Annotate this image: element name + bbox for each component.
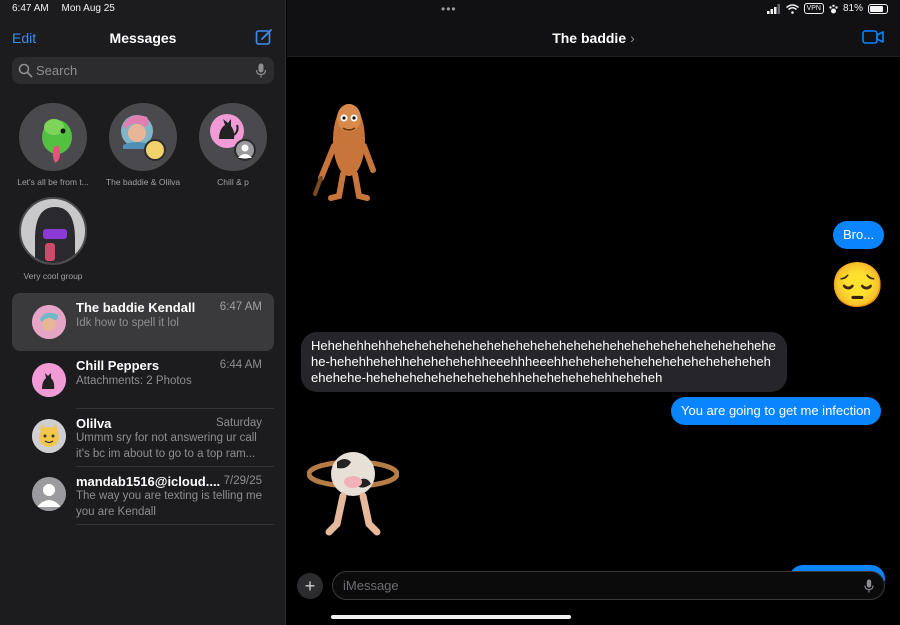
emoji-message[interactable]: 😔: [830, 260, 885, 312]
contact-name: The baddie Kendall: [76, 300, 196, 315]
avatar: [32, 419, 66, 453]
pinned-label: The baddie & Olilva: [105, 177, 181, 187]
contact-name: mandab1516@icloud....: [76, 474, 221, 489]
contact-name: Chill Peppers: [76, 358, 160, 373]
conversation-row-chill-peppers[interactable]: Chill Peppers 6:44 AM Attachments: 2 Pho…: [12, 351, 274, 409]
compose-icon[interactable]: [255, 28, 273, 46]
sidebar-title: Messages: [109, 30, 177, 46]
pinned-label: Let's all be from t...: [17, 177, 89, 187]
group-avatar: [199, 103, 267, 171]
paw-icon: [829, 4, 838, 13]
pinned-label: Chill & p: [217, 177, 249, 187]
conversation-row-baddie-kendall[interactable]: The baddie Kendall 6:47 AM Idk how to sp…: [12, 293, 274, 351]
pinned-conversation-2[interactable]: The baddie & Olilva: [98, 103, 188, 187]
pinned-conversation-3[interactable]: Chill & p: [188, 103, 278, 187]
message-preview: Ummm sry for not answering ur call it's …: [76, 432, 257, 460]
conversation-row-mandab[interactable]: mandab1516@icloud.... 7/29/25 The way yo…: [12, 467, 274, 525]
add-attachment-button[interactable]: +: [297, 573, 323, 599]
status-bar-right: VPN 81%: [766, 3, 888, 14]
sidebar-nav-bar: Edit Messages: [0, 28, 286, 50]
microphone-icon[interactable]: [255, 63, 267, 78]
row-divider: [76, 524, 274, 525]
wifi-icon: [785, 3, 799, 14]
message-preview: Idk how to spell it lol: [76, 317, 179, 329]
chat-title: The baddie: [552, 30, 627, 46]
group-avatar: [19, 103, 87, 171]
cat-avatar-icon: [32, 363, 66, 397]
facetime-video-icon[interactable]: [862, 30, 884, 44]
message-time: 6:44 AM: [219, 359, 262, 371]
cellular-signal-icon: [766, 3, 780, 14]
home-indicator[interactable]: [331, 615, 571, 619]
search-bar: [12, 57, 274, 84]
parrot-avatar-icon: [42, 119, 72, 163]
contact-placeholder-avatar: [234, 139, 256, 161]
message-time: 7/29/25: [223, 475, 262, 487]
group-avatar: [109, 103, 177, 171]
avatar: [32, 363, 66, 397]
contact-name: Olilva: [76, 416, 112, 431]
message-bubble-outgoing[interactable]: Bro...: [833, 221, 885, 249]
person-icon: [32, 477, 66, 511]
message-input[interactable]: [343, 572, 853, 599]
cat-emoji-avatar: [144, 139, 166, 161]
message-preview: Attachments: 2 Photos: [76, 375, 192, 387]
vpn-badge: VPN: [803, 3, 824, 14]
conversation-sidebar: 6:47 AM Mon Aug 25 Edit Messages Search …: [0, 0, 286, 625]
hooded-figure-avatar-icon: [35, 207, 75, 263]
message-bubble-incoming[interactable]: Hehehehhehhehehehehehehehehehehehehehehe…: [301, 332, 787, 392]
status-time: 6:47 AM: [12, 3, 49, 14]
cat-emoji-avatar-icon: [32, 419, 66, 453]
person-avatar-icon: [121, 115, 153, 149]
search-input[interactable]: [36, 57, 246, 84]
status-date: Mon Aug 25: [61, 3, 115, 14]
battery-percent: 81%: [842, 3, 863, 14]
chat-header: ••• VPN 81% The baddie ›: [287, 0, 900, 57]
message-preview: The way you are texting is telling me yo…: [76, 490, 263, 518]
memoji-sticker-planet-cow: [307, 452, 399, 536]
person-icon: [238, 144, 252, 158]
pinned-label: Very cool group: [23, 271, 83, 281]
search-icon: [18, 63, 33, 78]
chat-pane: ••• VPN 81% The baddie › Bro... 😔 Hehehe…: [287, 0, 900, 625]
avatar: [32, 477, 66, 511]
chat-title-button[interactable]: The baddie ›: [287, 30, 900, 46]
battery-icon: [868, 3, 888, 14]
group-avatar: [19, 197, 87, 265]
avatar: [32, 305, 66, 339]
status-bar-left: 6:47 AM Mon Aug 25: [12, 3, 125, 14]
message-composer: +: [287, 568, 900, 608]
memoji-sticker-figure: [313, 104, 376, 201]
message-bubble-outgoing[interactable]: You are going to get me infection: [671, 397, 881, 425]
message-field: [332, 571, 885, 600]
conversation-row-olilva[interactable]: Olilva Saturday Ummm sry for not answeri…: [12, 409, 274, 467]
chevron-right-icon: ›: [630, 30, 635, 46]
multitasking-dots-icon[interactable]: •••: [441, 2, 457, 16]
microphone-icon[interactable]: [864, 579, 874, 593]
person-avatar-icon: [32, 305, 66, 339]
message-time: Saturday: [215, 417, 262, 429]
pinned-conversation-1[interactable]: Let's all be from t...: [8, 103, 98, 187]
pinned-conversation-4[interactable]: Very cool group: [8, 197, 98, 281]
message-time: 6:47 AM: [219, 301, 262, 313]
cat-avatar-icon: [210, 114, 244, 148]
